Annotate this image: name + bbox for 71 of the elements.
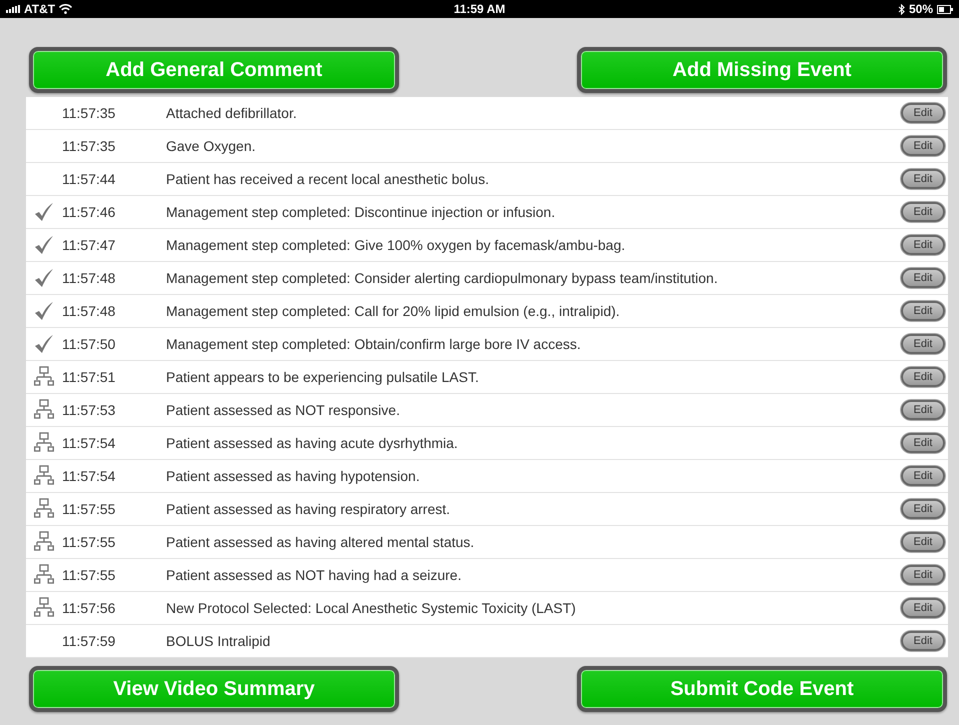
event-text: Attached defibrillator. — [166, 105, 298, 121]
checkmark-icon — [34, 301, 54, 321]
event-text: Management step completed: Call for 20% lipid emulsion (e.g., intralipid). — [166, 303, 621, 319]
battery-icon — [937, 4, 953, 14]
edit-button[interactable]: Edit — [901, 136, 945, 156]
event-time: 11:57:48 — [62, 270, 116, 286]
event-text: Management step completed: Consider alerting cardiopulmonary bypass team/institution. — [166, 270, 719, 286]
signal-icon — [6, 5, 20, 13]
checkmark-icon — [34, 334, 54, 354]
event-text: New Protocol Selected: Local Anesthetic Systemic Toxicity (LAST) — [166, 600, 577, 616]
event-time: 11:57:44 — [62, 171, 116, 187]
hierarchy-icon — [34, 597, 54, 619]
hierarchy-icon — [34, 531, 54, 553]
hierarchy-icon — [34, 498, 54, 520]
event-text: Management step completed: Give 100% oxygen by facemask/ambu-bag. — [166, 237, 626, 253]
checkmark-icon — [34, 268, 54, 288]
event-text: Gave Oxygen. — [166, 138, 256, 154]
event-text: Patient assessed as having hypotension. — [166, 468, 421, 484]
edit-button[interactable]: Edit — [901, 631, 945, 651]
event-time: 11:57:56 — [62, 600, 116, 616]
event-text: Patient appears to be experiencing pulsatile LAST. — [166, 369, 480, 385]
edit-button[interactable]: Edit — [901, 301, 945, 321]
battery-percent: 50% — [908, 2, 933, 16]
carrier-label: AT&T — [24, 2, 56, 16]
edit-button[interactable]: Edit — [901, 466, 945, 486]
edit-button[interactable]: Edit — [901, 169, 945, 189]
event-text: Patient assessed as NOT having had a seizure. — [166, 567, 462, 583]
event-text: Patient assessed as having altered mental status. — [166, 534, 476, 550]
event-text: Patient assessed as having acute dysrhythmia. — [166, 435, 459, 451]
hierarchy-icon — [34, 432, 54, 454]
edit-button[interactable]: Edit — [901, 334, 945, 354]
event-time: 11:57:48 — [62, 303, 116, 319]
edit-button[interactable]: Edit — [901, 103, 945, 123]
hierarchy-icon — [34, 366, 54, 388]
event-text: Patient assessed as NOT responsive. — [166, 402, 401, 418]
edit-button[interactable]: Edit — [901, 598, 945, 618]
checkmark-icon — [34, 202, 54, 222]
event-text: Patient has received a recent local anesthetic bolus. — [166, 171, 490, 187]
event-text: BOLUS Intralipid — [166, 633, 272, 649]
event-time: 11:57:46 — [62, 204, 116, 220]
event-time: 11:57:55 — [62, 534, 116, 550]
edit-button[interactable]: Edit — [901, 565, 945, 585]
wifi-icon — [59, 4, 72, 14]
event-time: 11:57:53 — [62, 402, 116, 418]
event-time: 11:57:50 — [62, 336, 116, 352]
hierarchy-icon — [34, 399, 54, 421]
event-time: 11:57:55 — [62, 567, 116, 583]
event-time: 11:57:59 — [62, 633, 116, 649]
edit-button[interactable]: Edit — [901, 268, 945, 288]
event-text: Management step completed: Obtain/confirm large bore IV access. — [166, 336, 582, 352]
event-time: 11:57:54 — [62, 468, 116, 484]
edit-button[interactable]: Edit — [901, 499, 945, 519]
checkmark-icon — [34, 235, 54, 255]
edit-button[interactable]: Edit — [901, 400, 945, 420]
event-time: 11:57:55 — [62, 501, 116, 517]
event-time: 11:57:47 — [62, 237, 116, 253]
edit-button[interactable]: Edit — [901, 235, 945, 255]
clock-time: 11:59 AM — [454, 2, 506, 16]
event-time: 11:57:51 — [62, 369, 116, 385]
edit-button[interactable]: Edit — [901, 367, 945, 387]
edit-button[interactable]: Edit — [901, 433, 945, 453]
event-text: Management step completed: Discontinue injection or infusion. — [166, 204, 556, 220]
bluetooth-icon — [898, 4, 905, 14]
event-time: 11:57:54 — [62, 435, 116, 451]
edit-button[interactable]: Edit — [901, 532, 945, 552]
hierarchy-icon — [34, 465, 54, 487]
event-time: 11:57:35 — [62, 138, 116, 154]
event-time: 11:57:35 — [62, 105, 116, 121]
hierarchy-icon — [34, 564, 54, 586]
edit-button[interactable]: Edit — [901, 202, 945, 222]
event-text: Patient assessed as having respiratory arrest. — [166, 501, 452, 517]
